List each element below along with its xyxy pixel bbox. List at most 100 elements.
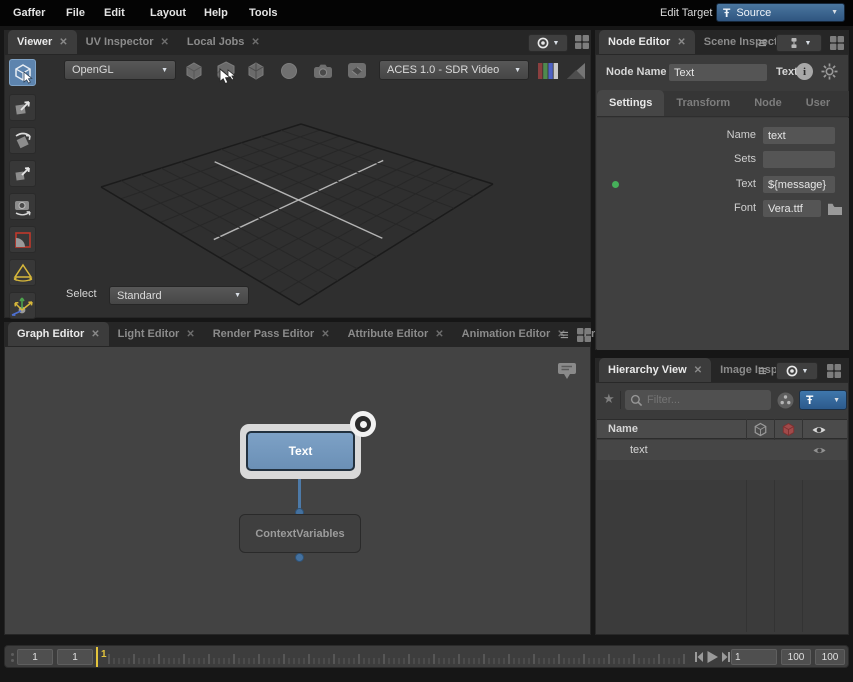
filter-input[interactable] [647,394,757,406]
tab-scene-inspector-truncated[interactable]: Scene Inspecto [695,30,787,54]
gear-icon[interactable] [820,62,839,81]
cube-column-icon[interactable] [753,422,768,437]
star-icon[interactable]: ★ [603,391,615,407]
close-icon[interactable]: ✕ [251,37,259,48]
menu-tools[interactable]: Tools [249,7,278,19]
tab-user[interactable]: User [794,90,842,116]
layout-grid-button[interactable] [576,327,592,343]
display-transform-dropdown[interactable]: ACES 1.0 - SDR Video ▼ [379,60,529,80]
drawing-mode-wireframe-button[interactable] [244,59,268,83]
tab-label: UV Inspector [86,36,154,48]
tab-node-editor[interactable]: Node Editor ✕ [599,30,695,54]
set-membership-icon[interactable] [776,391,795,410]
focus-target-button[interactable]: ▼ [776,362,818,380]
annotation-bubble-icon[interactable] [555,361,579,381]
layout-grid-button[interactable] [829,35,845,51]
camera-settings-button[interactable] [311,59,335,83]
channels-button[interactable] [536,59,560,83]
playhead[interactable] [96,647,98,667]
name-column-header[interactable]: Name [608,423,638,435]
close-icon[interactable]: ✕ [161,37,169,48]
tab-uv-inspector[interactable]: UV Inspector ✕ [77,30,178,54]
menu-gaffer[interactable]: Gaffer [13,7,45,19]
focus-indicator[interactable] [350,411,376,437]
translate-tool-button[interactable] [9,94,36,121]
range-end-input[interactable] [815,649,845,665]
select-mode-dropdown[interactable]: Standard ▼ [109,286,249,305]
tab-overflow-menu-icon[interactable]: ≡ [560,328,569,343]
tab-render-pass-editor[interactable]: Render Pass Editor ✕ [204,322,339,346]
tab-transform[interactable]: Transform [664,90,742,116]
menu-edit[interactable]: Edit [104,7,125,19]
scale-tool-button[interactable] [9,160,36,187]
edit-scope-dropdown[interactable]: Ŧ ▼ [799,390,847,410]
hierarchy-row-text[interactable]: text [597,440,847,460]
node-name-input[interactable] [669,64,767,81]
close-icon[interactable]: ✕ [435,329,443,340]
skip-to-end-icon[interactable] [721,651,731,663]
eye-icon[interactable] [812,444,827,457]
tab-overflow-menu-icon[interactable]: ≡ [758,36,767,51]
select-tool-button[interactable] [9,59,36,86]
text-field-input[interactable] [763,176,835,193]
tab-animation-editor[interactable]: Animation Editor ✕ [453,322,575,346]
shading-mode-button[interactable] [277,59,301,83]
range-start-input[interactable] [17,649,53,665]
close-icon[interactable]: ✕ [91,329,99,340]
info-icon[interactable]: i [796,63,813,80]
graph-editor-canvas[interactable]: Text ContextVariables [4,346,591,635]
current-frame-input[interactable] [731,649,777,665]
rotate-tool-button[interactable] [9,127,36,154]
skip-to-start-icon[interactable] [694,651,704,663]
sets-field-input[interactable] [763,151,835,168]
scene-view-settings-button[interactable] [345,59,369,83]
camera-tool-button[interactable] [9,193,36,220]
light-tool-button[interactable] [9,259,36,286]
tab-node[interactable]: Node [742,90,794,116]
filter-search-box[interactable] [625,390,771,410]
playback-end-input[interactable] [781,649,811,665]
layout-grid-button[interactable] [574,34,590,50]
drawing-mode-solid-button[interactable] [182,59,206,83]
tab-settings[interactable]: Settings [597,90,664,116]
playback-start-input[interactable] [57,649,93,665]
font-field-input[interactable] [763,200,821,217]
editor-focus-button[interactable]: ▼ [776,34,822,52]
close-icon[interactable]: ✕ [59,37,67,48]
node-context-variables[interactable]: ContextVariables [239,514,361,553]
playhead-frame-label: 1 [101,649,107,660]
output-plug[interactable] [295,553,304,562]
tab-hierarchy-view[interactable]: Hierarchy View ✕ [599,358,711,382]
viewer-viewport[interactable]: OpenGL ▼ ACES 1.0 [4,54,591,318]
tab-light-editor[interactable]: Light Editor ✕ [109,322,204,346]
menu-layout[interactable]: Layout [150,7,186,19]
node-text[interactable]: Text [246,431,355,471]
menu-file[interactable]: File [66,7,85,19]
close-icon[interactable]: ✕ [321,329,329,340]
tab-viewer[interactable]: Viewer ✕ [8,30,77,54]
renderer-dropdown[interactable]: OpenGL ▼ [64,60,176,80]
eye-column-icon[interactable] [811,423,827,437]
tab-graph-editor[interactable]: Graph Editor ✕ [8,322,109,346]
layout-grid-button[interactable] [826,363,842,379]
rotate-icon [12,130,34,152]
close-icon[interactable]: ✕ [677,37,685,48]
close-icon[interactable]: ✕ [186,329,194,340]
tab-image-inspector-truncated[interactable]: Image Inspe [711,358,786,382]
close-icon[interactable]: ✕ [694,365,702,376]
menu-help[interactable]: Help [204,7,228,19]
tab-local-jobs[interactable]: Local Jobs ✕ [178,30,269,54]
tab-attribute-editor[interactable]: Attribute Editor ✕ [339,322,453,346]
tab-label: Render Pass Editor [213,328,314,340]
folder-icon[interactable] [827,202,843,216]
frame-ruler[interactable] [108,648,690,666]
edit-target-dropdown[interactable]: Ŧ Source ▼ [716,3,845,22]
render-cube-column-icon[interactable] [781,422,796,437]
focus-target-button[interactable]: ▼ [528,34,568,52]
crop-window-tool-button[interactable] [9,226,36,253]
play-icon[interactable] [706,650,719,664]
light-position-tool-button[interactable] [9,292,36,319]
tab-overflow-menu-icon[interactable]: ≡ [758,364,767,379]
exposure-gamma-button[interactable] [564,59,588,83]
name-field-input[interactable] [763,127,835,144]
